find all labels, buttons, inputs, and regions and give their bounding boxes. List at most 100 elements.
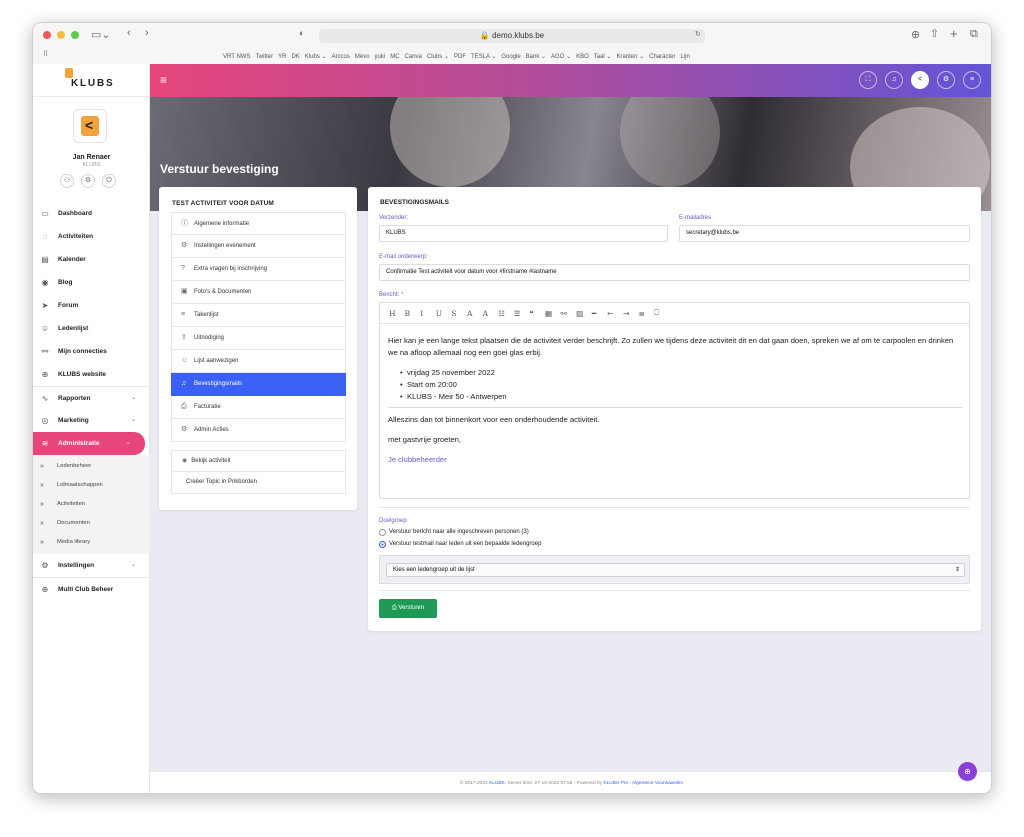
floating-action-button[interactable]: ⊕ xyxy=(958,762,977,781)
submenu-item-activiteiten[interactable]: Activiteiten xyxy=(33,495,150,514)
activity-menu-item[interactable]: ▣ Foto's & Documenten xyxy=(171,281,346,304)
submenu-item-documenten[interactable]: Documenten xyxy=(33,514,150,533)
bookmark-item[interactable]: Character xyxy=(649,54,675,60)
send-button[interactable]: ⎙ Versturen xyxy=(379,599,437,618)
bookmark-item[interactable]: Arccos xyxy=(332,54,350,60)
footer-terms-link[interactable]: Algemene Voorwaarden xyxy=(632,781,683,786)
activity-menu-item[interactable]: ≡ Takenlijst xyxy=(171,304,346,327)
editor-tool-button[interactable]: ❝ xyxy=(529,309,545,318)
bookmark-item[interactable]: Canva xyxy=(405,54,422,60)
radio-test-mail[interactable]: Verstuur testmail naar leden uit een bep… xyxy=(379,541,541,548)
sidebar-item-administratie[interactable]: ≋ Administratie ⌄ xyxy=(33,432,145,455)
radio-all-registered[interactable]: Verstuur bericht naar alle ingeschreven … xyxy=(379,529,529,536)
sidebar-item-blog[interactable]: ◉ Blog xyxy=(33,271,150,294)
sidebar-item-ledenlijst[interactable]: ☺ Ledenlijst xyxy=(33,317,150,340)
activity-menu-item[interactable]: ⚙ Admin Acties xyxy=(171,419,346,442)
sidebar-item-connecties[interactable]: ⚯ Mijn connecties xyxy=(33,340,150,363)
activity-menu-item[interactable]: ⚙ Instellingen evenement xyxy=(171,235,346,258)
sidebar-item-dashboard[interactable]: ▭ Dashboard xyxy=(33,202,150,225)
activity-menu-item[interactable]: ? Extra vragen bij inschrijving xyxy=(171,258,346,281)
settings-icon[interactable]: ⚙ xyxy=(937,71,955,89)
close-window-button[interactable] xyxy=(43,31,51,39)
editor-tool-button[interactable]: U xyxy=(436,309,452,318)
subject-field[interactable]: Confirmatie Test activiteit voor datum v… xyxy=(379,264,970,281)
editor-tool-button[interactable]: H xyxy=(389,309,405,318)
bookmark-item[interactable]: Klubs ⌄ xyxy=(305,54,327,60)
sidebar-item-instellingen[interactable]: ⚙ Instellingen ⌄ xyxy=(33,554,150,577)
reload-icon[interactable]: ↻ xyxy=(695,30,701,38)
forward-icon[interactable]: › xyxy=(145,27,149,39)
bookmark-item[interactable]: YR xyxy=(278,54,286,60)
editor-tool-button[interactable]: ⎕ xyxy=(654,308,670,318)
bookmark-item[interactable]: PDF xyxy=(454,54,466,60)
footer-brand-link[interactable]: KLUBS xyxy=(489,781,505,786)
editor-tool-button[interactable]: ▨ xyxy=(576,309,592,318)
member-group-select[interactable]: Kies een ledengroep uit de lijst ⇕ xyxy=(386,563,965,577)
editor-tool-button[interactable]: ☰ xyxy=(514,309,530,318)
download-icon[interactable]: ⊕ xyxy=(911,28,920,41)
bookmark-item[interactable]: Lijn xyxy=(681,54,690,60)
footer-pro-link[interactable]: KLUBS Pro xyxy=(603,781,628,786)
bookmark-item[interactable]: KBO xyxy=(576,54,589,60)
grid-icon[interactable]: ⠿ xyxy=(43,50,48,58)
bookmark-item[interactable]: AGO ⌄ xyxy=(551,54,571,60)
activity-extra-item[interactable]: ◉ Bekijk activiteit xyxy=(171,450,346,472)
sidebar-item-website[interactable]: ⊕ KLUBS website xyxy=(33,363,150,386)
submenu-item-media-library[interactable]: Media library xyxy=(33,533,150,552)
editor-body[interactable]: Hier kan je een lange tekst plaatsen die… xyxy=(388,335,963,474)
sidebar-toggle-icon[interactable]: ▭⌄ xyxy=(91,28,111,41)
editor-tool-button[interactable]: ≣ xyxy=(639,309,655,318)
sidebar-item-forum[interactable]: ➤ Forum xyxy=(33,294,150,317)
editor-tool-button[interactable]: A xyxy=(483,309,499,318)
bookmark-item[interactable]: Google xyxy=(501,54,520,60)
submenu-item-ledenbeheer[interactable]: Ledenbeheer xyxy=(33,457,150,476)
editor-tool-button[interactable]: B xyxy=(405,309,421,318)
sidebar-item-activiteiten[interactable]: ◌ Activiteiten xyxy=(33,225,150,248)
sidebar-item-kalender[interactable]: ▤ Kalender xyxy=(33,248,150,271)
sidebar-item-marketing[interactable]: ◎ Marketing ⌄ xyxy=(33,409,150,432)
sender-field[interactable]: KLUBS xyxy=(379,225,668,242)
back-icon[interactable]: ‹ xyxy=(127,27,131,39)
editor-tool-button[interactable]: A xyxy=(467,309,483,318)
sidebar-item-rapporten[interactable]: ∿ Rapporten ⌄ xyxy=(33,386,150,409)
fullscreen-icon[interactable]: ⛶ xyxy=(859,71,877,89)
editor-tool-button[interactable]: ⇤ xyxy=(607,309,623,318)
bookmark-item[interactable]: yuki xyxy=(375,54,386,60)
editor-tool-button[interactable]: ━ xyxy=(592,309,608,318)
menu-icon[interactable]: ≡ xyxy=(963,71,981,89)
logo[interactable]: KLUBS xyxy=(33,64,150,97)
activity-menu-item[interactable]: ♫ Bevestigingsmails xyxy=(171,373,346,396)
editor-tool-button[interactable]: I xyxy=(420,309,436,318)
address-bar[interactable]: 🔒 demo.klubs.be xyxy=(319,29,705,43)
bookmark-item[interactable]: DK xyxy=(291,54,299,60)
submenu-item-lidmaatschappen[interactable]: Lidmaatschappen xyxy=(33,476,150,495)
profile-avatar-icon[interactable]: < xyxy=(911,71,929,89)
editor-tool-button[interactable]: ⇥ xyxy=(623,309,639,318)
bookmark-item[interactable]: Taal ⌄ xyxy=(594,54,612,60)
bookmark-item[interactable]: Mevo xyxy=(355,54,370,60)
sidebar-item-multi-club[interactable]: ⊕ Multi Club Beheer xyxy=(33,577,150,600)
gear-icon[interactable]: ⚙ xyxy=(81,174,95,188)
activity-extra-item[interactable]: Creëer Topic in Prikborden xyxy=(171,472,346,494)
bookmark-item[interactable]: Kranten ⌄ xyxy=(616,54,644,60)
zoom-window-button[interactable] xyxy=(71,31,79,39)
bell-icon[interactable]: ♫ xyxy=(885,71,903,89)
editor-tool-button[interactable]: ⚯ xyxy=(561,309,577,318)
activity-menu-item[interactable]: ⎙ Facturatie xyxy=(171,396,346,419)
editor-tool-button[interactable]: ▦ xyxy=(545,309,561,318)
bookmark-item[interactable]: TESLA ⌄ xyxy=(471,54,496,60)
power-icon[interactable]: ⏻ xyxy=(102,174,116,188)
profile-icon[interactable]: ⚇ xyxy=(60,174,74,188)
activity-menu-item[interactable]: ☺ Lijst aanwezigen xyxy=(171,350,346,373)
editor-tool-button[interactable]: S xyxy=(451,309,467,318)
activity-menu-item[interactable]: ⇪ Uitnodiging xyxy=(171,327,346,350)
bookmark-item[interactable]: Bank ⌄ xyxy=(526,54,546,60)
share-icon[interactable]: ⇧ xyxy=(930,27,939,40)
avatar[interactable]: < xyxy=(73,109,107,143)
new-tab-icon[interactable]: + xyxy=(950,26,958,41)
bookmark-item[interactable]: MC xyxy=(390,54,399,60)
shield-icon[interactable]: ◐ xyxy=(299,28,304,38)
message-editor[interactable]: H B I U S A A ☷ ☰ ❝ ▦ ⚯ ▨ ━ ⇤ ⇥ ≣ ⎕ Hier kan je een lange… xyxy=(379,302,970,499)
bookmark-item[interactable]: Twitter xyxy=(255,54,273,60)
bookmark-item[interactable]: VRT NWS xyxy=(223,54,250,60)
